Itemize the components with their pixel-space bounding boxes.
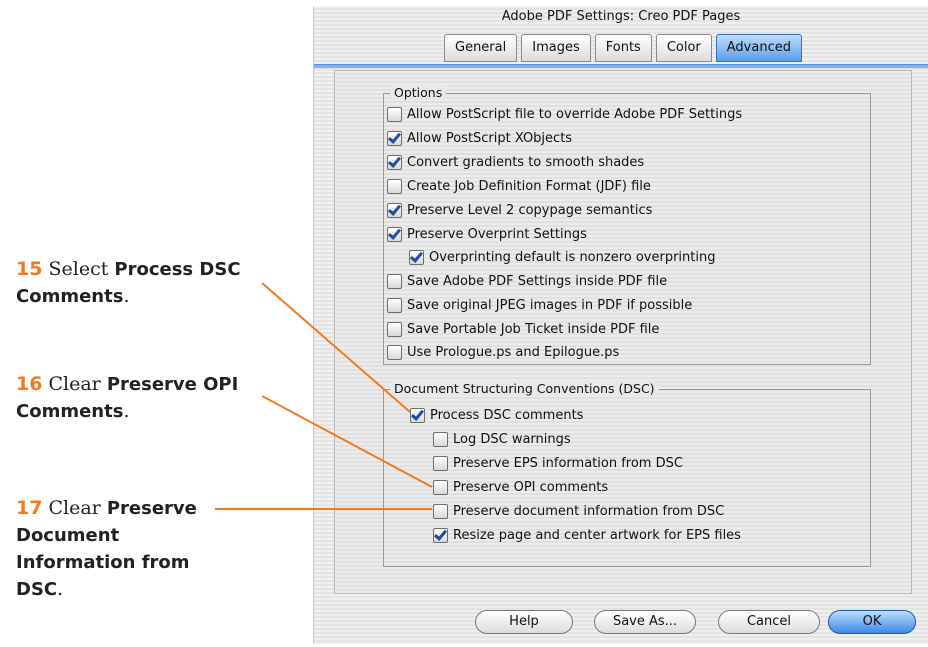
ok-button[interactable]: OK: [828, 610, 916, 634]
checkbox[interactable]: [433, 527, 448, 543]
checkbox[interactable]: [433, 503, 448, 519]
option-save-pdf-settings[interactable]: Save Adobe PDF Settings inside PDF file: [387, 271, 667, 291]
option-use-prologue[interactable]: Use Prologue.ps and Epilogue.ps: [387, 342, 619, 362]
pdf-settings-dialog: Adobe PDF Settings: Creo PDF Pages Gener…: [313, 6, 928, 644]
option-allow-postscript-xobjects[interactable]: Allow PostScript XObjects: [387, 128, 572, 148]
option-allow-postscript-override[interactable]: Allow PostScript file to override Adobe …: [387, 104, 742, 124]
step-verb: Clear: [48, 373, 101, 395]
checkbox[interactable]: [387, 130, 402, 146]
step-number: 15: [16, 258, 43, 280]
step-target: Preserve Document Information from DSC: [16, 498, 197, 600]
option-overprinting-nonzero[interactable]: Overprinting default is nonzero overprin…: [409, 247, 715, 267]
checkbox[interactable]: [387, 178, 402, 194]
tab-general[interactable]: General: [444, 34, 518, 62]
checkbox[interactable]: [387, 226, 402, 242]
tab-divider: [314, 64, 928, 68]
callout-16: 16 Clear Preserve OPI Comments.: [16, 373, 239, 422]
checkbox[interactable]: [387, 344, 402, 360]
option-convert-gradients[interactable]: Convert gradients to smooth shades: [387, 152, 644, 172]
option-save-job-ticket[interactable]: Save Portable Job Ticket inside PDF file: [387, 319, 659, 339]
step-verb: Clear: [48, 497, 101, 519]
option-preserve-eps-info[interactable]: Preserve EPS information from DSC: [433, 453, 683, 473]
tab-advanced[interactable]: Advanced: [715, 34, 802, 62]
option-preserve-doc-info[interactable]: Preserve document information from DSC: [433, 501, 724, 521]
step-number: 16: [16, 373, 43, 395]
help-button[interactable]: Help: [475, 610, 573, 634]
step-verb: Select: [48, 258, 109, 280]
checkbox[interactable]: [409, 249, 424, 265]
dsc-group-title: Document Structuring Conventions (DSC): [390, 381, 659, 396]
checkbox[interactable]: [387, 321, 402, 337]
option-create-jdf[interactable]: Create Job Definition Format (JDF) file: [387, 176, 651, 196]
option-preserve-opi[interactable]: Preserve OPI comments: [433, 477, 608, 497]
callout-15: 15 Select Process DSC Comments.: [16, 258, 241, 307]
step-number: 17: [16, 497, 43, 519]
checkbox[interactable]: [387, 202, 402, 218]
dialog-title: Adobe PDF Settings: Creo PDF Pages: [501, 9, 741, 24]
tab-color[interactable]: Color: [655, 34, 712, 62]
option-save-original-jpeg[interactable]: Save original JPEG images in PDF if poss…: [387, 295, 692, 315]
callout-17: 17 Clear Preserve Document Information f…: [16, 497, 197, 600]
checkbox[interactable]: [387, 106, 402, 122]
checkbox[interactable]: [387, 273, 402, 289]
checkbox[interactable]: [433, 431, 448, 447]
advanced-panel: Options Allow PostScript file to overrid…: [334, 70, 912, 594]
checkbox[interactable]: [410, 407, 425, 423]
tab-fonts[interactable]: Fonts: [594, 34, 652, 62]
checkbox[interactable]: [433, 479, 448, 495]
option-resize-page-eps[interactable]: Resize page and center artwork for EPS f…: [433, 525, 741, 545]
checkbox[interactable]: [433, 455, 448, 471]
tab-images[interactable]: Images: [521, 34, 591, 62]
save-as-button[interactable]: Save As...: [594, 610, 696, 634]
checkbox[interactable]: [387, 297, 402, 313]
option-preserve-copypage[interactable]: Preserve Level 2 copypage semantics: [387, 200, 652, 220]
options-group-title: Options: [390, 85, 447, 100]
option-preserve-overprint[interactable]: Preserve Overprint Settings: [387, 224, 587, 244]
cancel-button[interactable]: Cancel: [718, 610, 820, 634]
tab-bar: General Images Fonts Color Advanced: [444, 34, 806, 62]
checkbox[interactable]: [387, 154, 402, 170]
option-process-dsc[interactable]: Process DSC comments: [410, 405, 583, 425]
option-log-dsc-warnings[interactable]: Log DSC warnings: [433, 429, 571, 449]
